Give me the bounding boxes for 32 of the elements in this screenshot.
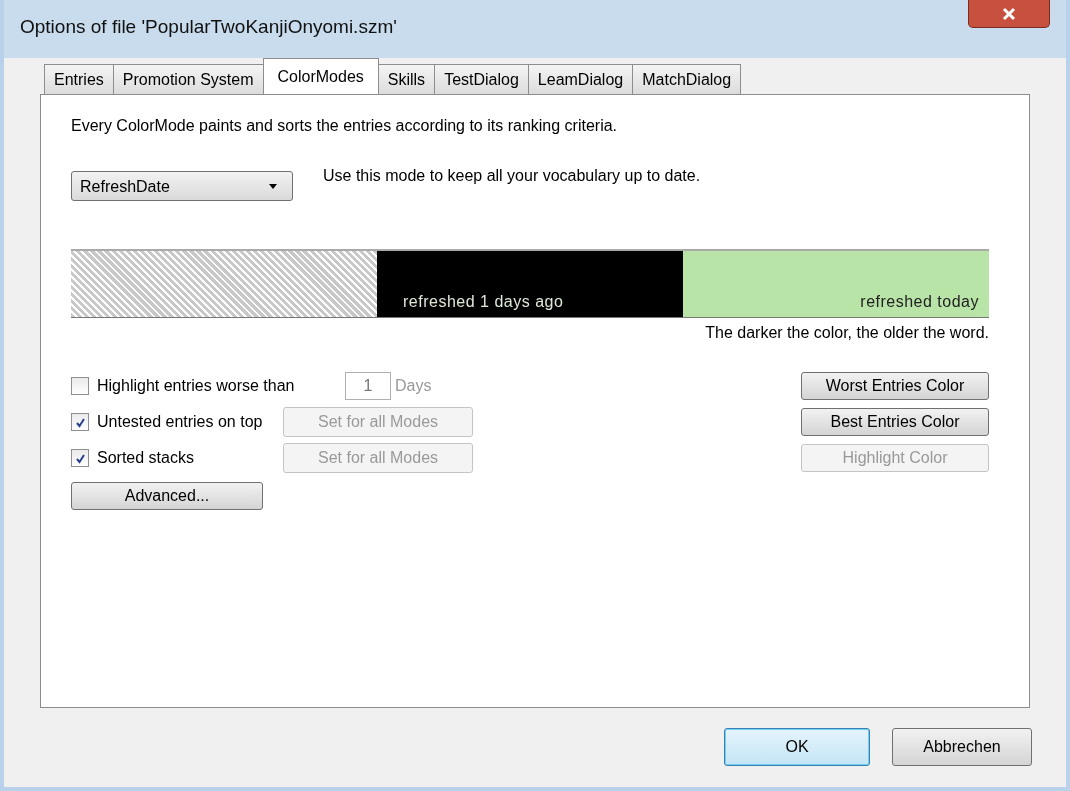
intro-text: Every ColorMode paints and sorts the entries according to its ranking criteria. — [71, 117, 619, 135]
dialog-button[interactable]: Abbrechen — [892, 728, 1032, 766]
check-icon — [74, 452, 86, 464]
window-title: Options of file 'PopularTwoKanjiOnyomi.szm' — [20, 16, 397, 38]
days-unit-label: Days — [395, 377, 432, 395]
caret-icon — [268, 184, 278, 190]
checkbox-label: Untested entries on top — [97, 413, 264, 431]
checkbox[interactable] — [71, 413, 89, 431]
tab[interactable]: TestDialog — [434, 64, 529, 94]
mode-dropdown[interactable]: RefreshDate — [71, 171, 293, 201]
close-button[interactable] — [968, 0, 1050, 28]
close-icon — [1001, 6, 1017, 21]
color-button[interactable]: Worst Entries Color — [801, 372, 989, 400]
mode-description: Use this mode to keep all your vocabulary up to date. — [323, 167, 701, 185]
check-icon — [74, 416, 86, 428]
dialog-button[interactable]: OK — [724, 728, 870, 766]
checkbox[interactable] — [71, 449, 89, 467]
advanced-button[interactable]: Advanced... — [71, 482, 263, 510]
color-button[interactable]: Best Entries Color — [801, 408, 989, 436]
legend-text: The darker the color, the older the word. — [704, 324, 989, 342]
checkbox[interactable] — [71, 377, 89, 395]
tab[interactable]: ColorModes — [262, 58, 379, 94]
tab[interactable]: MatchDialog — [632, 64, 742, 94]
tab[interactable]: Promotion System — [112, 64, 264, 94]
days-field[interactable]: 1 — [345, 372, 391, 400]
checkbox-label: Sorted stacks — [97, 449, 195, 467]
tab[interactable]: Entries — [44, 64, 114, 94]
checkbox-label: Highlight entries worse than — [97, 377, 296, 395]
tab[interactable]: LeamDialog — [527, 64, 634, 94]
tab[interactable]: Skills — [377, 64, 436, 94]
color-bar-segment: refreshed 1 days ago — [377, 251, 683, 317]
color-bar-segment: refreshed today — [683, 251, 989, 317]
